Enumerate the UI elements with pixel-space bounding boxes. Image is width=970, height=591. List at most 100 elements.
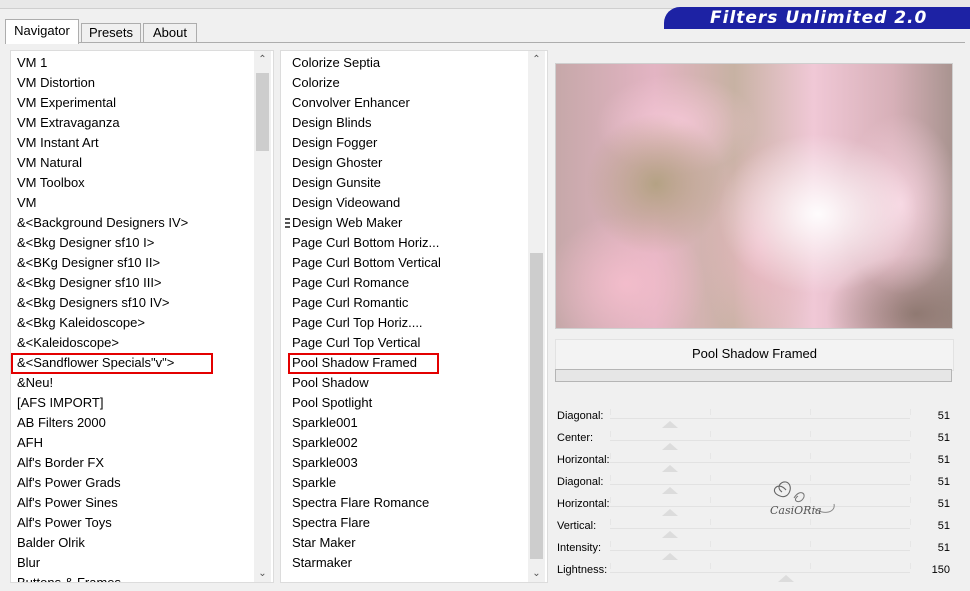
- filter-item[interactable]: Spectra Flare Romance: [292, 493, 441, 513]
- category-item[interactable]: VM Extravaganza: [17, 113, 188, 133]
- category-item[interactable]: Alf's Power Sines: [17, 493, 188, 513]
- category-item[interactable]: VM: [17, 193, 188, 213]
- category-item[interactable]: Alf's Power Grads: [17, 473, 188, 493]
- category-item[interactable]: VM Natural: [17, 153, 188, 173]
- parameter-value: 150: [931, 564, 950, 576]
- category-item[interactable]: Alf's Power Toys: [17, 513, 188, 533]
- tab-about[interactable]: About: [143, 23, 197, 43]
- chevron-down-icon[interactable]: ⌄: [254, 565, 271, 582]
- category-item[interactable]: &<Bkg Designers sf10 IV>: [17, 293, 188, 313]
- parameter-slider-track[interactable]: [610, 550, 910, 551]
- parameter-slider-thumb[interactable]: [662, 421, 678, 428]
- filter-item[interactable]: Design Gunsite: [292, 173, 441, 193]
- tab-navigator[interactable]: Navigator: [5, 19, 79, 44]
- category-item[interactable]: &<BKg Designer sf10 II>: [17, 253, 188, 273]
- filter-item[interactable]: Design Blinds: [292, 113, 441, 133]
- category-item[interactable]: AB Filters 2000: [17, 413, 188, 433]
- category-listbox[interactable]: VM 1 VM Distortion VM Experimental VM Extra…: [10, 50, 274, 583]
- filter-item[interactable]: Pool Shadow: [292, 373, 441, 393]
- parameter-value: 51: [937, 520, 950, 532]
- category-item[interactable]: &<Bkg Kaleidoscope>: [17, 313, 188, 333]
- category-item[interactable]: Balder Olrik: [17, 533, 188, 553]
- filter-item[interactable]: Design Web Maker: [292, 213, 441, 233]
- filter-item[interactable]: Colorize Septia: [292, 53, 441, 73]
- filter-scroll-thumb[interactable]: [530, 253, 543, 559]
- filter-item[interactable]: Star Maker: [292, 533, 441, 553]
- parameter-slider-thumb[interactable]: [662, 443, 678, 450]
- chevron-up-icon[interactable]: ⌃: [254, 51, 271, 68]
- chevron-up-icon[interactable]: ⌃: [528, 51, 545, 68]
- category-item[interactable]: VM Distortion: [17, 73, 188, 93]
- category-item[interactable]: Blur: [17, 553, 188, 573]
- parameter-slider-track[interactable]: [610, 462, 910, 463]
- parameter-slider-track[interactable]: [610, 418, 910, 419]
- filter-item[interactable]: Convolver Enhancer: [292, 93, 441, 113]
- category-item[interactable]: Buttons & Frames: [17, 573, 188, 582]
- filter-item[interactable]: Starmaker: [292, 553, 441, 573]
- filter-item[interactable]: Page Curl Top Horiz....: [292, 313, 441, 333]
- filter-item[interactable]: Colorize: [292, 73, 441, 93]
- category-item[interactable]: &<Bkg Designer sf10 I>: [17, 233, 188, 253]
- slider-tick: [610, 453, 611, 459]
- preview-image: [555, 63, 953, 329]
- filter-item[interactable]: Pool Spotlight: [292, 393, 441, 413]
- parameter-slider-thumb[interactable]: [662, 553, 678, 560]
- filter-item[interactable]: Design Videowand: [292, 193, 441, 213]
- parameter-value: 51: [937, 410, 950, 422]
- parameter-slider-thumb[interactable]: [662, 531, 678, 538]
- filter-item[interactable]: Sparkle003: [292, 453, 441, 473]
- filter-item[interactable]: Sparkle: [292, 473, 441, 493]
- parameter-slider-track[interactable]: [610, 506, 910, 507]
- parameter-slider-thumb[interactable]: [662, 509, 678, 516]
- watermark-signature-icon: CasiORia: [770, 481, 835, 517]
- category-item[interactable]: &<Kaleidoscope>: [17, 333, 188, 353]
- filter-item[interactable]: Sparkle001: [292, 413, 441, 433]
- category-item[interactable]: VM Toolbox: [17, 173, 188, 193]
- category-item[interactable]: Alf's Border FX: [17, 453, 188, 473]
- parameter-slider-track[interactable]: [610, 440, 910, 441]
- parameter-row: Vertical: 51: [555, 517, 952, 539]
- parameter-slider-track[interactable]: [610, 572, 910, 573]
- filter-item[interactable]: Design Ghoster: [292, 153, 441, 173]
- category-item[interactable]: VM 1: [17, 53, 188, 73]
- parameter-slider-thumb[interactable]: [662, 487, 678, 494]
- tab-presets[interactable]: Presets: [81, 23, 141, 43]
- category-item[interactable]: [AFS IMPORT]: [17, 393, 188, 413]
- filter-scrollbar[interactable]: ⌃ ⌄: [528, 51, 545, 582]
- slider-tick: [910, 497, 911, 503]
- category-item[interactable]: VM Experimental: [17, 93, 188, 113]
- slider-tick: [810, 453, 811, 459]
- category-item[interactable]: &<Sandflower Specials"v">: [17, 353, 188, 373]
- parameter-row: Diagonal: 51: [555, 473, 952, 495]
- parameter-value: 51: [937, 476, 950, 488]
- parameter-value: 51: [937, 454, 950, 466]
- filter-item[interactable]: Spectra Flare: [292, 513, 441, 533]
- parameter-label: Vertical:: [557, 520, 597, 532]
- filter-item[interactable]: Page Curl Bottom Vertical: [292, 253, 441, 273]
- filter-item[interactable]: Page Curl Top Vertical: [292, 333, 441, 353]
- parameter-slider-track[interactable]: [610, 528, 910, 529]
- category-item[interactable]: &<Bkg Designer sf10 III>: [17, 273, 188, 293]
- category-item[interactable]: &<Background Designers IV>: [17, 213, 188, 233]
- parameter-slider-thumb[interactable]: [778, 575, 795, 582]
- filter-item[interactable]: Design Fogger: [292, 133, 441, 153]
- category-item[interactable]: &Neu!: [17, 373, 188, 393]
- parameter-row: Diagonal: 51: [555, 407, 952, 429]
- category-scrollbar[interactable]: ⌃ ⌄: [254, 51, 271, 582]
- category-item[interactable]: AFH: [17, 433, 188, 453]
- filter-item[interactable]: Page Curl Bottom Horiz...: [292, 233, 441, 253]
- progress-bar: [555, 369, 952, 382]
- filter-item[interactable]: Page Curl Romance: [292, 273, 441, 293]
- slider-tick: [910, 431, 911, 437]
- filter-item[interactable]: Pool Shadow Framed: [292, 353, 441, 373]
- window-title: Filters Unlimited 2.0: [710, 8, 928, 28]
- slider-tick: [910, 519, 911, 525]
- parameter-slider-thumb[interactable]: [662, 465, 678, 472]
- filter-item[interactable]: Page Curl Romantic: [292, 293, 441, 313]
- parameter-slider-track[interactable]: [610, 484, 910, 485]
- filter-listbox[interactable]: Colorize Septia Colorize Convolver Enhance…: [280, 50, 548, 583]
- filter-item[interactable]: Sparkle002: [292, 433, 441, 453]
- category-item[interactable]: VM Instant Art: [17, 133, 188, 153]
- chevron-down-icon[interactable]: ⌄: [528, 565, 545, 582]
- category-scroll-thumb[interactable]: [256, 73, 269, 151]
